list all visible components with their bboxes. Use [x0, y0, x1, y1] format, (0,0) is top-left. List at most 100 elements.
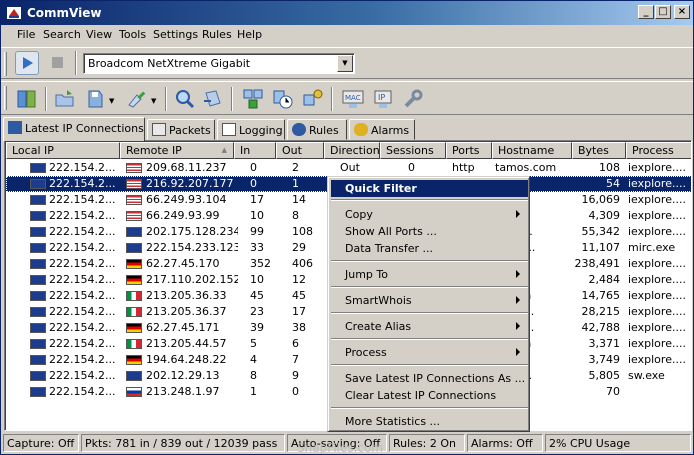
menu-item-quick-filter[interactable]: Quick Filter	[331, 180, 528, 197]
cell-in: 5	[250, 337, 257, 350]
close-button[interactable]: ×	[674, 5, 690, 19]
menu-view[interactable]: View	[84, 28, 114, 41]
mac-aliases-button[interactable]: MAC	[341, 87, 365, 111]
tab-rules[interactable]: Rules	[287, 119, 347, 140]
cell-bytes: 16,069	[581, 193, 621, 206]
chevron-down-icon[interactable]: ▼	[109, 97, 114, 105]
table-row[interactable]: 222.154.2... 209.68.11.237 0 2 Out 0 http tamos…	[6, 160, 691, 176]
menu-item-more-statistics[interactable]: More Statistics ...	[331, 413, 528, 430]
cell-out: 1	[292, 177, 299, 190]
tools-button[interactable]	[301, 87, 325, 111]
cell-local: 222.154.2...	[49, 225, 116, 238]
column-process[interactable]: Process	[626, 142, 691, 159]
column-out[interactable]: Out	[276, 142, 324, 159]
cell-local: 222.154.2...	[49, 289, 116, 302]
menu-tools[interactable]: Tools	[117, 28, 148, 41]
menu-item-clear-latest[interactable]: Clear Latest IP Connections	[331, 387, 528, 404]
nz-flag-icon	[30, 323, 46, 333]
context-menu: Quick Filter Copy Show All Ports ... Dat…	[327, 176, 530, 432]
ip-aliases-button[interactable]: IP	[371, 87, 395, 111]
cell-in: 99	[250, 225, 264, 238]
column-bytes[interactable]: Bytes	[572, 142, 626, 159]
submenu-arrow-icon	[516, 270, 520, 278]
menu-item-smartwhois[interactable]: SmartWhois	[331, 292, 528, 309]
column-hostname[interactable]: Hostname	[492, 142, 572, 159]
menu-item-copy[interactable]: Copy	[331, 206, 528, 223]
open-file-button[interactable]	[53, 87, 77, 111]
cell-local: 222.154.2...	[49, 337, 116, 350]
column-local-ip[interactable]: Local IP	[6, 142, 120, 159]
menu-separator	[331, 260, 528, 262]
cell-in: 17	[250, 193, 264, 206]
adapter-select[interactable]: Broadcom NetXtreme Gigabit ▼	[83, 53, 355, 74]
maximize-button[interactable]: □	[655, 5, 671, 19]
stop-icon	[52, 57, 63, 68]
chevron-down-icon[interactable]: ▼	[151, 97, 156, 105]
start-capture-button[interactable]	[15, 51, 39, 75]
cell-bytes: 11,107	[581, 241, 621, 254]
clear-button[interactable]	[125, 87, 149, 111]
cell-proc: iexplore....	[628, 193, 686, 206]
cell-remote: 202.12.29.13	[146, 369, 220, 382]
tab-alarms[interactable]: Alarms	[349, 119, 415, 140]
cell-proc: iexplore....	[628, 273, 686, 286]
cell-remote: 213.205.44.57	[146, 337, 227, 350]
svg-text:IP: IP	[378, 93, 385, 102]
cell-local: 222.154.2...	[49, 209, 116, 222]
clock-icon	[273, 90, 293, 109]
menu-item-save-latest[interactable]: Save Latest IP Connections As ...	[331, 370, 528, 387]
find-button[interactable]	[201, 87, 225, 111]
cell-in: 45	[250, 289, 264, 302]
cell-proc: iexplore....	[628, 321, 686, 334]
minimize-button[interactable]: _	[638, 5, 654, 19]
column-ports[interactable]: Ports	[446, 142, 492, 159]
cell-out: 14	[292, 193, 306, 206]
cell-remote: 66.249.93.104	[146, 193, 227, 206]
tab-packets[interactable]: Packets	[147, 119, 215, 140]
wrench-icon	[404, 89, 423, 108]
cell-out: 45	[292, 289, 306, 302]
column-direction[interactable]: Direction	[324, 142, 380, 159]
search-button[interactable]	[173, 87, 197, 111]
cell-bytes: 2,484	[588, 273, 621, 286]
menu-settings[interactable]: Settings	[151, 28, 200, 41]
chevron-down-icon[interactable]: ▼	[337, 55, 353, 72]
menu-help[interactable]: Help	[235, 28, 264, 41]
column-sessions[interactable]: Sessions	[380, 142, 446, 159]
column-remote-ip[interactable]: Remote IP ▲	[120, 142, 234, 159]
menu-file[interactable]: File	[15, 28, 37, 41]
network-button[interactable]	[241, 87, 265, 111]
save-file-button[interactable]	[83, 87, 107, 111]
cell-bytes: 14,765	[581, 289, 621, 302]
menu-item-create-alias[interactable]: Create Alias	[331, 318, 528, 335]
cell-proc: iexplore....	[628, 161, 686, 174]
cell-local: 222.154.2...	[49, 257, 116, 270]
cell-remote: 216.92.207.177	[146, 177, 234, 190]
cell-proc: iexplore....	[628, 337, 686, 350]
cell-out: 2	[292, 161, 299, 174]
menu-item-data-transfer[interactable]: Data Transfer ...	[331, 240, 528, 257]
search-icon	[176, 90, 195, 109]
stop-capture-button[interactable]	[46, 51, 70, 75]
submenu-arrow-icon	[516, 210, 520, 218]
menu-rules[interactable]: Rules	[200, 28, 234, 41]
menu-item-jump-to[interactable]: Jump To	[331, 266, 528, 283]
tab-latest-ip-connections[interactable]: Latest IP Connections	[3, 117, 145, 141]
tab-bar: Latest IP Connections Packets Logging Ru…	[1, 117, 693, 141]
cell-dir: Out	[340, 161, 360, 174]
menu-item-process[interactable]: Process	[331, 344, 528, 361]
cell-remote: 213.205.36.37	[146, 305, 227, 318]
options-button[interactable]	[401, 87, 425, 111]
network-icon	[243, 89, 263, 109]
cell-in: 33	[250, 241, 264, 254]
cell-proc: iexplore....	[628, 257, 686, 270]
menu-item-show-all-ports[interactable]: Show All Ports ...	[331, 223, 528, 240]
open-logs-button[interactable]	[15, 87, 39, 111]
menu-separator	[331, 286, 528, 288]
tab-logging[interactable]: Logging	[217, 119, 285, 140]
rules-icon	[292, 123, 306, 136]
scheduler-button[interactable]	[271, 87, 295, 111]
cell-bytes: 70	[606, 385, 620, 398]
column-in[interactable]: In	[234, 142, 276, 159]
menu-search[interactable]: Search	[41, 28, 83, 41]
